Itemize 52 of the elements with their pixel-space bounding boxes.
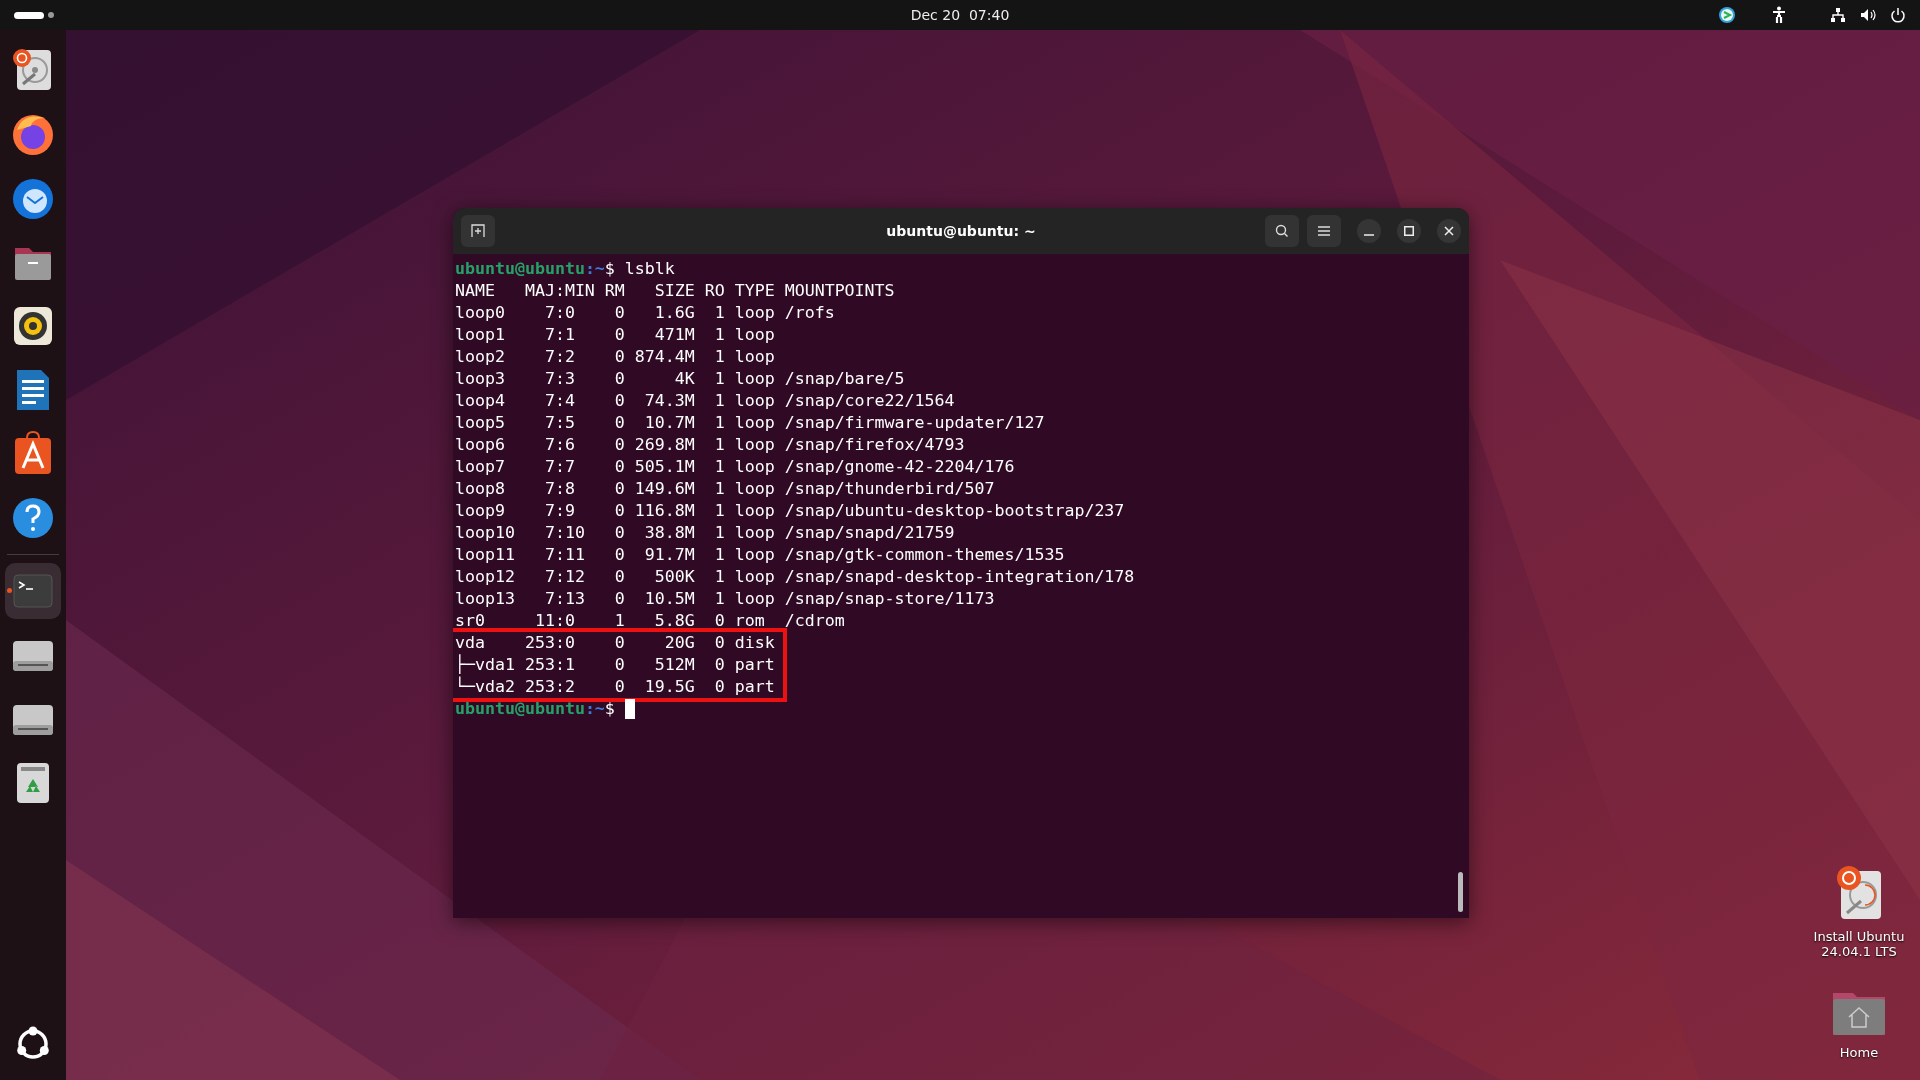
output-line: loop11 7:11 0 91.7M 1 loop /snap/gtk-common-themes/1535 xyxy=(455,544,1065,566)
scrollbar-thumb[interactable] xyxy=(1458,872,1463,912)
output-line: loop2 7:2 0 874.4M 1 loop xyxy=(455,346,775,368)
prompt-user: ubuntu@ubuntu xyxy=(455,258,585,280)
output-line: loop8 7:8 0 149.6M 1 loop /snap/thunderbird/507 xyxy=(455,478,995,500)
output-line: loop12 7:12 0 500K 1 loop /snap/snapd-desktop-integration/178 xyxy=(455,566,1135,588)
prompt-sign: $ xyxy=(604,698,615,720)
clock[interactable]: Dec 20 07:40 xyxy=(910,7,1010,23)
output-line: loop5 7:5 0 10.7M 1 loop /snap/firmware-updater/127 xyxy=(455,412,1045,434)
output-line: ├─vda1 253:1 0 512M 0 part xyxy=(455,654,775,676)
volume-icon[interactable] xyxy=(1860,7,1876,23)
desktop-icon[interactable]: Install Ubuntu 24.04.1 LTS xyxy=(1804,865,1914,959)
output-line: sr0 11:0 1 5.8G 0 rom /cdrom xyxy=(455,610,845,632)
new-tab-button[interactable] xyxy=(461,215,495,247)
command-text: lsblk xyxy=(624,258,675,280)
maximize-icon xyxy=(1404,226,1414,236)
desktop-icon-label: Home xyxy=(1838,1045,1880,1060)
output-line: NAME MAJ:MIN RM SIZE RO TYPE MOUNTPOINTS xyxy=(455,280,895,302)
disk-installer-icon xyxy=(1835,865,1883,921)
prompt-path: :~ xyxy=(584,258,605,280)
search-icon xyxy=(1275,224,1289,238)
search-button[interactable] xyxy=(1265,215,1299,247)
maximize-button[interactable] xyxy=(1397,219,1421,243)
output-line: loop1 7:1 0 471M 1 loop xyxy=(455,324,775,346)
close-button[interactable] xyxy=(1437,219,1461,243)
output-line: vda 253:0 0 20G 0 disk xyxy=(455,632,775,654)
menu-icon xyxy=(1318,226,1330,236)
desktop-icon-label: Install Ubuntu 24.04.1 LTS xyxy=(1812,929,1906,959)
output-line: loop7 7:7 0 505.1M 1 loop /snap/gnome-42-2204/176 xyxy=(455,456,1015,478)
network-icon[interactable] xyxy=(1830,7,1846,23)
app-indicator-icon[interactable] xyxy=(1718,6,1736,24)
output-line: loop6 7:6 0 269.8M 1 loop /snap/firefox/4793 xyxy=(455,434,965,456)
window-title: ubuntu@ubuntu: ~ xyxy=(886,223,1036,239)
close-icon xyxy=(1444,226,1454,236)
output-line: loop10 7:10 0 38.8M 1 loop /snap/snapd/21759 xyxy=(455,522,955,544)
accessibility-icon[interactable] xyxy=(1772,6,1786,24)
output-line: └─vda2 253:2 0 19.5G 0 part xyxy=(455,676,775,698)
minimize-icon xyxy=(1364,234,1374,236)
prompt-user: ubuntu@ubuntu xyxy=(455,698,585,720)
output-line: loop13 7:13 0 10.5M 1 loop /snap/snap-store/1173 xyxy=(455,588,995,610)
output-line: loop4 7:4 0 74.3M 1 loop /snap/core22/1564 xyxy=(455,390,955,412)
minimize-button[interactable] xyxy=(1357,219,1381,243)
workspace-indicator-icon[interactable] xyxy=(14,11,54,19)
desktop-icon[interactable]: Home xyxy=(1804,989,1914,1060)
output-line: loop3 7:3 0 4K 1 loop /snap/bare/5 xyxy=(455,368,905,390)
power-icon[interactable] xyxy=(1890,7,1906,23)
prompt-path: :~ xyxy=(584,698,605,720)
menu-button[interactable] xyxy=(1307,215,1341,247)
new-tab-icon xyxy=(471,224,485,238)
prompt-sign: $ xyxy=(604,258,615,280)
output-line: loop0 7:0 0 1.6G 1 loop /rofs xyxy=(455,302,835,324)
output-line: loop9 7:9 0 116.8M 1 loop /snap/ubuntu-desktop-bootstrap/237 xyxy=(455,500,1125,522)
